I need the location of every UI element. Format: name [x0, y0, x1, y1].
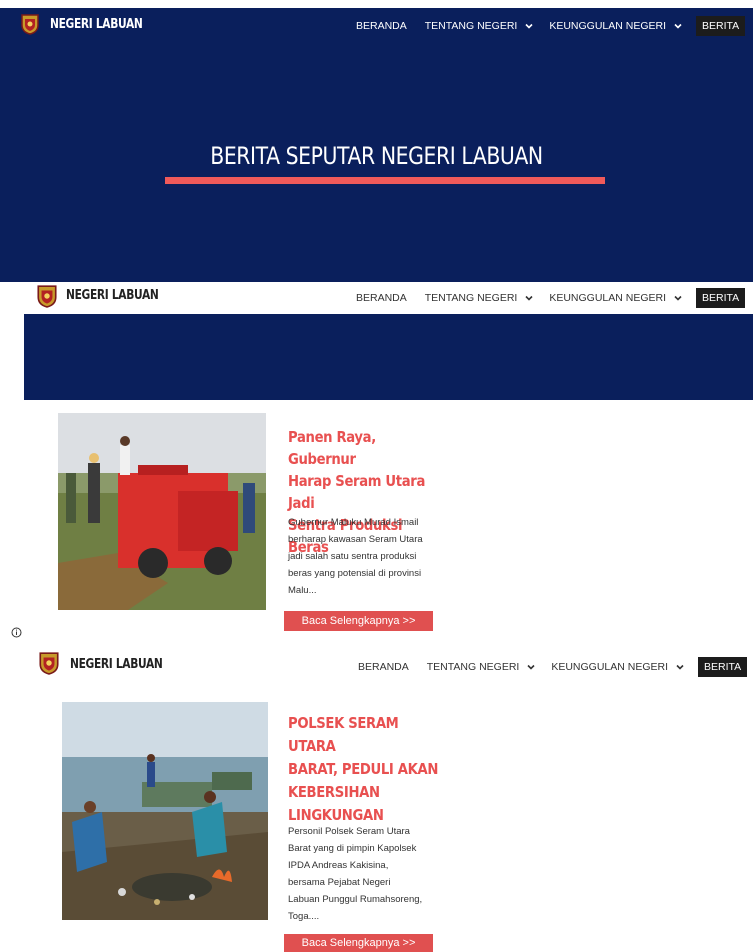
menu-item-tentang-negeri[interactable]: TENTANG NEGERI [421, 661, 542, 673]
info-icon[interactable] [11, 627, 22, 638]
hero-underline [165, 177, 605, 184]
chevron-down-icon [676, 664, 684, 670]
screenshot-2: NEGERI LABUAN BERANDA TENTANG NEGERI KEU… [0, 282, 753, 642]
negeri-logo-icon[interactable] [36, 284, 58, 308]
article-title[interactable]: POLSEK SERAM UTARA BARAT, PEDULI AKAN KE… [288, 712, 446, 827]
main-menu: BERANDA TENTANG NEGERI KEUNGGULAN NEGERI… [350, 288, 753, 308]
chevron-down-icon [527, 664, 535, 670]
main-menu: BERANDA TENTANG NEGERI KEUNGGULAN NEGERI… [352, 657, 753, 677]
brand-name[interactable]: NEGERI LABUAN [50, 17, 143, 32]
hero-title: BERITA SEPUTAR NEGERI LABUAN [210, 142, 543, 170]
top-nav-bar: NEGERI LABUAN BERANDA TENTANG NEGERI KEU… [0, 648, 753, 680]
brand-name[interactable]: NEGERI LABUAN [70, 657, 163, 672]
article-excerpt: Personil Polsek Seram Utara Barat yang d… [288, 826, 423, 922]
article-photo-cleanup[interactable] [62, 702, 268, 920]
menu-item-beranda[interactable]: BERANDA [352, 661, 415, 673]
chevron-down-icon [525, 295, 533, 301]
top-nav-bar: NEGERI LABUAN BERANDA TENTANG NEGERI KEU… [0, 8, 753, 40]
hero-banner [24, 314, 753, 400]
screenshot-1: NEGERI LABUAN BERANDA TENTANG NEGERI KEU… [0, 0, 753, 282]
read-more-button[interactable]: Baca Selengkapnya >> [284, 611, 433, 631]
menu-item-berita[interactable]: BERITA [696, 288, 746, 308]
article-excerpt: Gubernur Maluku Murad Ismail berharap ka… [288, 517, 423, 596]
menu-item-berita[interactable]: BERITA [696, 16, 746, 36]
article-photo-harvest[interactable] [58, 413, 266, 610]
menu-item-keunggulan-negeri[interactable]: KEUNGGULAN NEGERI [545, 661, 690, 673]
screenshot-3: NEGERI LABUAN BERANDA TENTANG NEGERI KEU… [0, 648, 753, 952]
brand-name[interactable]: NEGERI LABUAN [66, 288, 159, 303]
menu-item-beranda[interactable]: BERANDA [350, 20, 413, 32]
main-menu: BERANDA TENTANG NEGERI KEUNGGULAN NEGERI… [350, 16, 753, 36]
negeri-logo-icon[interactable] [20, 13, 40, 35]
negeri-logo-icon[interactable] [38, 651, 60, 675]
menu-item-berita[interactable]: BERITA [698, 657, 748, 677]
chevron-down-icon [674, 295, 682, 301]
menu-item-keunggulan-negeri[interactable]: KEUNGGULAN NEGERI [543, 292, 688, 304]
menu-item-tentang-negeri[interactable]: TENTANG NEGERI [419, 20, 540, 32]
menu-item-beranda[interactable]: BERANDA [350, 292, 413, 304]
menu-item-tentang-negeri[interactable]: TENTANG NEGERI [419, 292, 540, 304]
top-nav-bar: NEGERI LABUAN BERANDA TENTANG NEGERI KEU… [0, 282, 753, 314]
read-more-button[interactable]: Baca Selengkapnya >> [284, 934, 433, 952]
chevron-down-icon [674, 23, 682, 29]
menu-item-keunggulan-negeri[interactable]: KEUNGGULAN NEGERI [543, 20, 688, 32]
chevron-down-icon [525, 23, 533, 29]
